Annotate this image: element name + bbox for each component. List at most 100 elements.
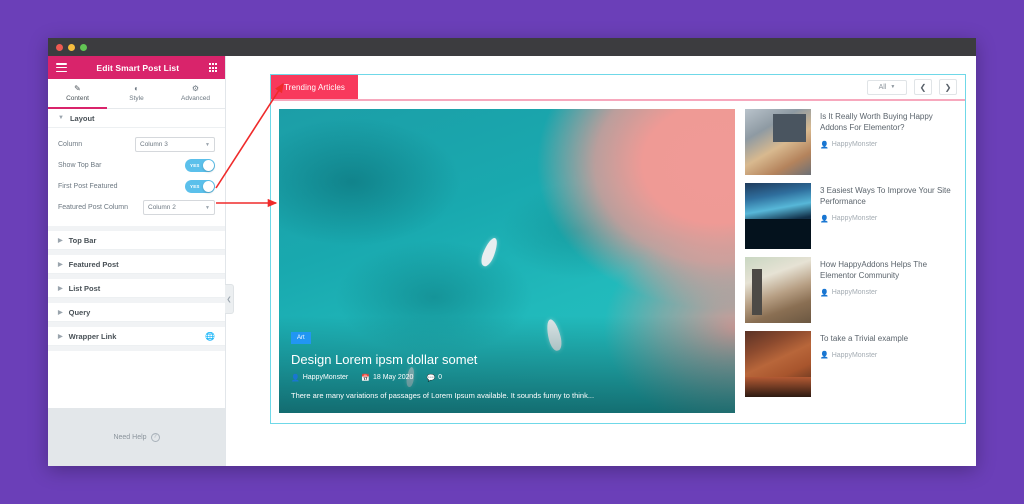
maximize-window-button[interactable] <box>80 43 87 51</box>
section-wrapper-link-title: Wrapper Link <box>68 331 117 341</box>
section-list-post[interactable]: ▶ List Post <box>48 279 225 298</box>
hamburger-icon[interactable] <box>56 63 67 72</box>
list-item-thumbnail <box>745 183 811 249</box>
tab-content-label: Content <box>66 95 89 102</box>
toggle-knob <box>203 160 214 171</box>
list-item-title[interactable]: How HappyAddons Helps The Elementor Comm… <box>820 259 957 282</box>
tab-advanced[interactable]: ⚙ Advanced <box>166 79 225 108</box>
tab-content[interactable]: ✎ Content <box>48 79 107 109</box>
featured-post[interactable]: Art Design Lorem ipsm dollar somet 👤 Hap… <box>279 109 735 413</box>
category-filter-select[interactable]: All ▼ <box>867 79 907 95</box>
user-icon: 👤 <box>291 374 300 382</box>
list-item[interactable]: 3 Easiest Ways To Improve Your Site Perf… <box>745 183 957 249</box>
list-item-text: To take a Trivial example 👤 HappyMonster <box>820 331 908 397</box>
column-select-value: Column 3 <box>140 141 168 148</box>
list-item-title[interactable]: To take a Trivial example <box>820 333 908 344</box>
panel-collapse-handle[interactable]: ❮ <box>225 284 234 314</box>
chevron-right-icon: ▶ <box>58 309 63 316</box>
tab-style[interactable]: ◐ Style <box>107 79 166 108</box>
section-layout-header[interactable]: ▼ Layout <box>48 109 225 128</box>
user-icon: 👤 <box>820 352 829 360</box>
section-featured-post[interactable]: ▶ Featured Post <box>48 255 225 274</box>
chevron-right-icon: ▶ <box>58 237 63 244</box>
list-item-author: 👤 HappyMonster <box>820 141 957 149</box>
prev-button[interactable]: ❮ <box>914 79 932 95</box>
featured-post-meta: 👤 HappyMonster 📅 18 May 2020 💬 0 <box>291 374 723 382</box>
featured-post-overlay: Art Design Lorem ipsm dollar somet 👤 Hap… <box>279 315 735 413</box>
section-top-bar[interactable]: ▶ Top Bar <box>48 231 225 250</box>
boat-shape <box>478 235 501 268</box>
meta-comments-value: 0 <box>438 374 443 382</box>
topbar-tab-trending-articles[interactable]: Trending Articles <box>271 75 358 99</box>
posts-area: Art Design Lorem ipsm dollar somet 👤 Hap… <box>271 101 965 423</box>
topbar-controls: All ▼ ❮ ❯ <box>867 75 965 99</box>
list-item[interactable]: Is It Really Worth Buying Happy Addons F… <box>745 109 957 175</box>
control-column: Column Column 3 ▼ <box>58 134 215 155</box>
list-item-author-value: HappyMonster <box>831 289 878 297</box>
show-top-bar-toggle-value: YES <box>190 163 200 168</box>
section-divider <box>48 346 225 351</box>
meta-comments: 💬 0 <box>426 374 442 382</box>
toggle-knob <box>203 181 214 192</box>
contrast-icon: ◐ <box>134 84 139 93</box>
list-item[interactable]: How HappyAddons Helps The Elementor Comm… <box>745 257 957 323</box>
close-window-button[interactable] <box>56 43 63 51</box>
featured-post-column-select[interactable]: Column 2 ▼ <box>143 200 215 215</box>
grid-icon[interactable] <box>208 63 217 72</box>
smart-post-list-widget[interactable]: Trending Articles All ▼ ❮ ❯ Art Design L… <box>270 74 966 424</box>
list-item-thumbnail <box>745 109 811 175</box>
first-post-featured-toggle[interactable]: YES <box>185 180 215 193</box>
panel-title: Edit Smart Post List <box>96 62 180 73</box>
show-top-bar-toggle[interactable]: YES <box>185 159 215 172</box>
panel-footer: Need Help ? <box>48 408 225 466</box>
column-select[interactable]: Column 3 ▼ <box>135 137 215 152</box>
list-item-text: 3 Easiest Ways To Improve Your Site Perf… <box>820 183 957 249</box>
list-item-text: Is It Really Worth Buying Happy Addons F… <box>820 109 957 175</box>
user-icon: 👤 <box>820 289 829 297</box>
category-badge[interactable]: Art <box>291 331 311 344</box>
section-query[interactable]: ▶ Query <box>48 303 225 322</box>
section-wrapper-link[interactable]: ▶ Wrapper Link 🌐 <box>48 327 225 346</box>
list-item-author-value: HappyMonster <box>831 215 878 223</box>
post-list: Is It Really Worth Buying Happy Addons F… <box>745 109 957 413</box>
need-help-label[interactable]: Need Help <box>113 434 146 441</box>
user-icon: 👤 <box>820 141 829 149</box>
user-icon: 👤 <box>820 215 829 223</box>
list-item-title[interactable]: Is It Really Worth Buying Happy Addons F… <box>820 111 957 134</box>
browser-window: Edit Smart Post List ✎ Content ◐ Style ⚙… <box>48 38 976 466</box>
chevron-right-icon: ▶ <box>58 333 63 340</box>
minimize-window-button[interactable] <box>68 43 75 51</box>
list-item-author-value: HappyMonster <box>831 351 878 359</box>
list-item-author: 👤 HappyMonster <box>820 289 957 297</box>
list-item[interactable]: To take a Trivial example 👤 HappyMonster <box>745 331 957 397</box>
chevron-right-icon: ▶ <box>58 261 63 268</box>
globe-icon[interactable]: 🌐 <box>205 332 215 341</box>
list-item-author: 👤 HappyMonster <box>820 215 957 223</box>
featured-post-title[interactable]: Design Lorem ipsm dollar somet <box>291 352 723 367</box>
chevron-down-icon: ▼ <box>205 204 210 211</box>
tab-advanced-label: Advanced <box>181 95 210 102</box>
control-column-label: Column <box>58 141 83 148</box>
control-show-top-bar-label: Show Top Bar <box>58 162 102 169</box>
widget-top-bar: Trending Articles All ▼ ❮ ❯ <box>271 75 965 101</box>
chevron-right-icon: ▶ <box>58 285 63 292</box>
chevron-down-icon: ▼ <box>890 84 896 90</box>
next-button[interactable]: ❯ <box>939 79 957 95</box>
chevron-down-icon: ▼ <box>58 115 64 121</box>
control-show-top-bar: Show Top Bar YES <box>58 155 215 176</box>
window-titlebar <box>48 38 976 56</box>
section-featured-post-title: Featured Post <box>68 259 119 269</box>
panel-tabs: ✎ Content ◐ Style ⚙ Advanced <box>48 79 225 109</box>
list-item-title[interactable]: 3 Easiest Ways To Improve Your Site Perf… <box>820 185 957 208</box>
control-featured-post-column-label: Featured Post Column <box>58 204 129 211</box>
elementor-panel: Edit Smart Post List ✎ Content ◐ Style ⚙… <box>48 56 234 466</box>
control-featured-post-column: Featured Post Column Column 2 ▼ <box>58 197 215 218</box>
layout-controls: Column Column 3 ▼ Show Top Bar YES First… <box>48 128 225 226</box>
list-item-text: How HappyAddons Helps The Elementor Comm… <box>820 257 957 323</box>
comment-icon: 💬 <box>426 374 436 382</box>
editor-canvas: Trending Articles All ▼ ❮ ❯ Art Design L… <box>226 56 976 466</box>
meta-author: 👤 HappyMonster <box>291 374 348 382</box>
tab-style-label: Style <box>129 95 144 102</box>
question-circle-icon[interactable]: ? <box>150 432 160 442</box>
